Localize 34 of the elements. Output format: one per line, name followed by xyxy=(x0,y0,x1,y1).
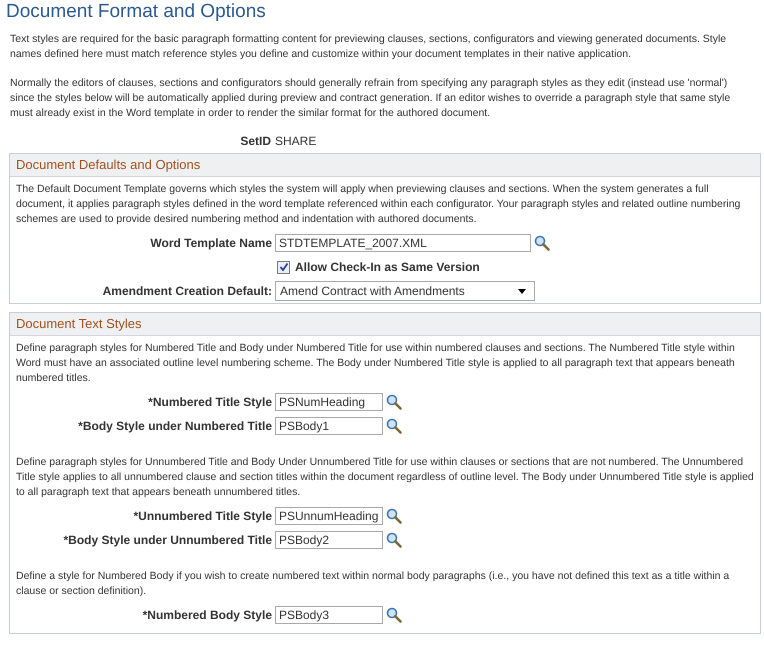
amendment-dropdown[interactable]: Amend Contract with Amendments xyxy=(275,281,535,301)
checkbox[interactable] xyxy=(277,260,290,274)
setid-label: SetID xyxy=(239,134,271,148)
field-label: *Body Style under Unnumbered Title xyxy=(62,533,272,547)
style-name-field[interactable]: PSBody3 xyxy=(275,606,383,624)
caret-icon xyxy=(518,288,526,294)
section-header: Document Text Styles xyxy=(10,313,760,336)
page-title: Document Format and Options xyxy=(6,0,267,24)
search-icon[interactable] xyxy=(386,508,402,524)
section-description: Define a style for Numbered Body if you wish to create numbered text within normal body paragraphs (i.e., you have not defined this text as a title within a clause or section definition). xyxy=(16,569,730,599)
style-name-field[interactable]: PSUnnumHeading xyxy=(275,507,383,525)
intro-paragraph: Text styles are required for the basic paragraph formatting content for previewing clauses, sections, configurators and viewing generated documents. Style names defined here must match reference styles you define and customize within your document templates in their native application. xyxy=(10,32,728,62)
search-icon[interactable] xyxy=(386,418,402,434)
field-label: *Body Style under Numbered Title xyxy=(77,419,272,433)
search-icon[interactable] xyxy=(386,607,402,623)
section-header: Document Defaults and Options xyxy=(10,154,760,177)
setid-value: SHARE xyxy=(275,134,316,148)
field-label: Word Template Name xyxy=(149,236,272,250)
section-description: Define paragraph styles for Unnumbered Title and Body Under Unnumbered Title for use within clauses or sections that are not numbered. The Unnumbered Title style applies to all unnumbered clause and section titles within the document regardless of outline level. The Body under Unnumbered Title style is applied to all paragraph text that appears beneath unnumbered titles. xyxy=(16,455,754,500)
field-label: *Unnumbered Title Style xyxy=(132,509,272,523)
field-label: Amendment Creation Default: xyxy=(102,284,272,298)
field-label: *Numbered Title Style xyxy=(147,395,272,409)
style-name-field[interactable]: PSBody2 xyxy=(275,531,383,549)
style-name-field[interactable]: PSNumHeading xyxy=(275,393,383,411)
section-description: Define paragraph styles for Numbered Title and Body under Numbered Title for use within numbered clauses and sections. The Numbered Title style within Word must have an associated outline level numbering scheme. The Body under Numbered Title style is applied to all paragraph text that appears beneath numbered titles. xyxy=(16,341,736,386)
checkbox-label: Allow Check-In as Same Version xyxy=(295,260,480,274)
template-name-field[interactable]: STDTEMPLATE_2007.XML xyxy=(275,234,531,252)
search-icon[interactable] xyxy=(386,532,402,548)
search-icon[interactable] xyxy=(386,394,402,410)
search-icon[interactable] xyxy=(534,235,550,251)
style-name-field[interactable]: PSBody1 xyxy=(275,417,383,435)
section-description: The Default Document Template governs which styles the system will apply when previewing clauses and sections. When the system generates a full document, it applies paragraph styles defined in the word template referenced within each configurator. Your paragraph styles and related outline numbering schemes are used to provide desired numbering method and indentation with authored documents. xyxy=(16,182,742,227)
intro-paragraph: Normally the editors of clauses, sections and configurators should generally refrain from specifying any paragraph styles as they edit (instead use 'normal') since the styles below will be automatically applied during preview and contract generation. If an editor wishes to override a paragraph style that same style must already exist in the Word template in order to render the similar format for the authored document. xyxy=(10,76,732,121)
field-label: *Numbered Body Style xyxy=(142,608,272,622)
